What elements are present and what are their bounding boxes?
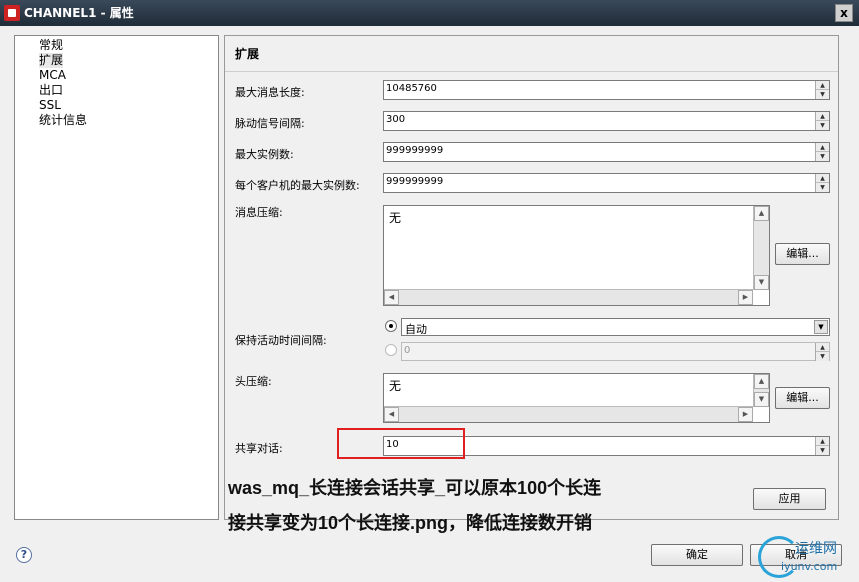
max-instances-label: 最大实例数:	[235, 148, 294, 161]
scroll-up-button[interactable]: ▲	[754, 206, 769, 221]
keepalive-auto-radio[interactable]	[385, 320, 397, 332]
keepalive-manual-value: 0	[404, 345, 411, 356]
max-instances-client-value: 999999999	[386, 176, 444, 187]
keepalive-label: 保持活动时间间隔:	[235, 334, 327, 347]
watermark-logo: 运维网 iyunv.com	[755, 532, 859, 582]
scroll-up-button[interactable]: ▲	[754, 374, 769, 389]
msg-compression-label: 消息压缩:	[235, 206, 283, 219]
heartbeat-value: 300	[386, 114, 406, 125]
caption-line-1: was_mq_长连接会话共享_可以原本100个长连	[228, 478, 602, 498]
keepalive-manual-radio[interactable]	[385, 344, 397, 356]
window-title: CHANNEL1 - 属性	[24, 6, 134, 20]
nav-item-statistics[interactable]: 统计信息	[39, 113, 87, 128]
max-instances-input[interactable]: 999999999 ▲ ▼	[383, 142, 830, 162]
title-bar: CHANNEL1 - 属性 x	[0, 0, 859, 26]
hdr-compression-value: 无	[389, 379, 402, 393]
panel-title: 扩展	[225, 36, 838, 72]
keepalive-manual-input: 0 ▲ ▼	[401, 342, 830, 361]
apply-button[interactable]: 应用	[753, 488, 826, 510]
msg-compression-value: 无	[389, 211, 402, 225]
max-msg-len-label: 最大消息长度:	[235, 86, 305, 99]
scroll-down-button[interactable]: ▼	[754, 275, 769, 290]
horizontal-scrollbar[interactable]: ◀ ▶	[384, 289, 753, 305]
spinner-arrows[interactable]: ▲ ▼	[815, 437, 829, 455]
max-instances-client-label: 每个客户机的最大实例数:	[235, 179, 360, 192]
spinner-arrows[interactable]: ▲ ▼	[815, 143, 829, 161]
scroll-down-button[interactable]: ▼	[754, 392, 769, 407]
caption-line-2: 接共享变为10个长连接.png，降低连接数开销	[228, 513, 593, 533]
scroll-right-button[interactable]: ▶	[738, 290, 753, 305]
hdr-compression-label: 头压缩:	[235, 375, 272, 388]
max-msg-len-value: 10485760	[386, 83, 437, 94]
max-instances-client-input[interactable]: 999999999 ▲ ▼	[383, 173, 830, 193]
keepalive-auto-value: 自动	[405, 323, 427, 336]
watermark-en: iyunv.com	[781, 560, 838, 573]
properties-panel: 扩展 最大消息长度: 10485760 ▲ ▼ 脉动信号间隔: 300 ▲ ▼ 最大…	[224, 35, 839, 520]
vertical-scrollbar[interactable]: ▲ ▼	[753, 206, 769, 290]
spinner-arrows[interactable]: ▲ ▼	[815, 174, 829, 192]
highlight-box	[337, 428, 465, 459]
spinner-arrows[interactable]: ▲ ▼	[815, 81, 829, 99]
max-instances-value: 999999999	[386, 145, 444, 156]
ok-button[interactable]: 确定	[651, 544, 743, 566]
keepalive-auto-combo[interactable]: 自动 ▼	[401, 318, 830, 336]
horizontal-scrollbar[interactable]: ◀ ▶	[384, 406, 753, 422]
max-msg-len-input[interactable]: 10485760 ▲ ▼	[383, 80, 830, 100]
edit-msg-compression-button[interactable]: 编辑...	[775, 243, 830, 265]
help-icon[interactable]: ?	[16, 547, 32, 563]
msg-compression-list[interactable]: 无 ▲ ▼ ◀ ▶	[383, 205, 770, 306]
nav-item-extended[interactable]: 扩展	[39, 53, 64, 68]
app-icon	[4, 5, 20, 21]
nav-item-mca[interactable]: MCA	[39, 68, 66, 83]
scroll-left-button[interactable]: ◀	[384, 290, 399, 305]
nav-item-general[interactable]: 常规	[39, 38, 63, 53]
heartbeat-input[interactable]: 300 ▲ ▼	[383, 111, 830, 131]
share-conv-label: 共享对话:	[235, 442, 283, 455]
category-tree: 常规 扩展 MCA 出口 SSL 统计信息	[14, 35, 219, 520]
spinner-arrows[interactable]: ▲ ▼	[815, 112, 829, 130]
hdr-compression-list[interactable]: 无 ▲ ▼ ◀ ▶	[383, 373, 770, 423]
watermark-cn: 运维网	[795, 541, 837, 557]
scroll-right-button[interactable]: ▶	[738, 407, 753, 422]
nav-item-ssl[interactable]: SSL	[39, 98, 61, 113]
spinner-arrows: ▲ ▼	[815, 343, 829, 361]
chevron-down-icon[interactable]: ▼	[814, 320, 828, 334]
nav-item-exits[interactable]: 出口	[39, 83, 63, 98]
scroll-left-button[interactable]: ◀	[384, 407, 399, 422]
vertical-scrollbar[interactable]: ▲ ▼	[753, 374, 769, 407]
heartbeat-label: 脉动信号间隔:	[235, 117, 305, 130]
close-button[interactable]: x	[835, 4, 853, 22]
edit-hdr-compression-button[interactable]: 编辑...	[775, 387, 830, 409]
